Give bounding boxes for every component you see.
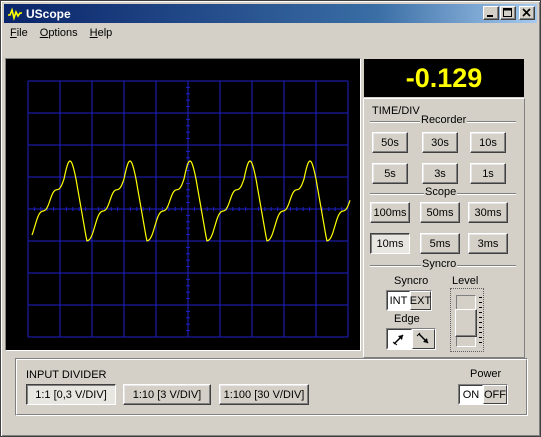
timediv-3s-button[interactable]: 3s <box>422 163 458 184</box>
menu-help-accel: H <box>89 27 98 39</box>
maximize-button[interactable] <box>500 6 516 20</box>
timediv-10s-button[interactable]: 10s <box>470 132 506 153</box>
timediv-3ms-button[interactable]: 3ms <box>468 233 508 254</box>
oscilloscope-screen <box>5 58 361 351</box>
timediv-label: TIME/DIV <box>372 105 420 117</box>
timediv-10ms-button[interactable]: 10ms <box>370 233 410 254</box>
timediv-1s-button[interactable]: 1s <box>470 163 506 184</box>
menu-help[interactable]: Help <box>84 27 119 39</box>
divider-1-100-button[interactable]: 1:100 [30 V/DIV] <box>219 384 309 405</box>
recorder-label: Recorder <box>420 114 468 126</box>
level-tick <box>479 337 482 338</box>
menu-file-accel: F <box>10 27 17 39</box>
timediv-50ms-button[interactable]: 50ms <box>420 202 460 223</box>
close-icon <box>522 8 531 17</box>
timediv-5ms-button[interactable]: 5ms <box>420 233 460 254</box>
syncro-ext-button[interactable]: EXT <box>410 291 431 310</box>
menu-file[interactable]: File <box>4 27 34 39</box>
level-tick <box>479 327 482 328</box>
control-panel: TIME/DIV Recorder 50s 30s 10s 5s 3s 1s S… <box>363 98 525 358</box>
power-toggle: ON OFF <box>458 384 508 405</box>
input-divider-label: INPUT DIVIDER <box>26 369 107 381</box>
syncro-mode-label: Syncro <box>394 275 429 287</box>
divider-1-10-button[interactable]: 1:10 [3 V/DIV] <box>123 384 211 405</box>
edge-label: Edge <box>394 313 420 325</box>
rising-edge-icon <box>392 334 404 346</box>
scope-display <box>6 59 360 350</box>
minimize-button[interactable] <box>483 6 499 20</box>
level-tick <box>479 302 482 303</box>
maximize-icon <box>503 8 512 17</box>
window-title: UScope <box>26 6 71 21</box>
level-tick <box>479 342 482 343</box>
menu-file-label: ile <box>16 27 28 39</box>
level-tick <box>479 322 482 323</box>
edge-rising-button[interactable] <box>387 329 412 349</box>
level-tick <box>479 297 482 298</box>
menu-options-label: ptions <box>48 27 78 39</box>
level-tick <box>479 332 482 333</box>
syncro-mode-toggle: INT EXT <box>386 290 432 311</box>
bottom-panel: INPUT DIVIDER 1:1 [0,3 V/DIV] 1:10 [3 V/… <box>15 358 528 416</box>
divider-1-1-button[interactable]: 1:1 [0,3 V/DIV] <box>26 384 116 405</box>
edge-falling-button[interactable] <box>412 329 435 349</box>
menu-bar: File Options Help <box>4 24 118 42</box>
falling-edge-icon <box>416 332 429 344</box>
power-on-button[interactable]: ON <box>459 385 483 404</box>
level-slider-thumb[interactable] <box>455 308 477 337</box>
level-tick <box>479 312 482 313</box>
menu-options[interactable]: Options <box>34 27 84 39</box>
menu-help-label: elp <box>97 27 113 39</box>
timediv-30ms-button[interactable]: 30ms <box>468 202 508 223</box>
edge-toggle <box>386 328 436 350</box>
level-tick <box>479 307 482 308</box>
level-tick <box>479 317 482 318</box>
level-slider[interactable] <box>450 288 484 352</box>
timediv-5s-button[interactable]: 5s <box>372 163 408 184</box>
syncro-section-label: Syncro <box>421 258 458 270</box>
close-button[interactable] <box>519 6 535 20</box>
uscope-window: UScope File Options Help -0.129 TIME/DIV <box>0 0 541 437</box>
timediv-30s-button[interactable]: 30s <box>422 132 458 153</box>
timediv-50s-button[interactable]: 50s <box>372 132 408 153</box>
minimize-icon <box>487 15 493 17</box>
power-off-button[interactable]: OFF <box>483 385 507 404</box>
voltage-readout: -0.129 <box>364 59 524 97</box>
power-label: Power <box>470 368 502 380</box>
scope-label: Scope <box>424 186 458 198</box>
title-bar[interactable]: UScope <box>4 4 537 23</box>
timediv-100ms-button[interactable]: 100ms <box>370 202 410 223</box>
level-label: Level <box>452 275 479 287</box>
app-waveform-icon <box>8 6 22 21</box>
syncro-int-button[interactable]: INT <box>387 291 410 310</box>
